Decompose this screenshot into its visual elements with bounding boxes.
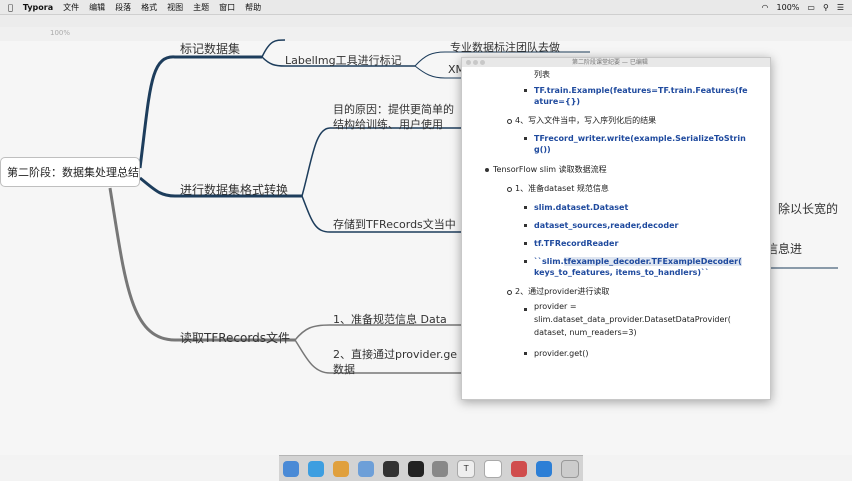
terminal-icon[interactable] [407, 460, 424, 477]
branch-format-convert[interactable]: 进行数据集格式转换 [180, 181, 288, 198]
window-controls[interactable] [466, 60, 487, 67]
note-heading-line: TensorFlow slim 读取数据流程 [493, 165, 607, 174]
bullet-filled-icon [485, 168, 489, 172]
note-line: 列表 [534, 70, 550, 79]
code-prefix: ``slim. [534, 257, 564, 266]
mindmap-root-node[interactable]: 第二阶段：数据集处理总结 [0, 157, 140, 187]
typora-icon[interactable]: T [457, 459, 476, 478]
menu-bar:  Typora 文件 编辑 段落 格式 视图 主题 窗口 帮助 ◠ 100% … [0, 0, 852, 15]
note-code-line: tf.TFRecordReader [534, 239, 619, 248]
chrome-icon[interactable] [333, 460, 350, 477]
typora2-icon[interactable] [484, 459, 503, 478]
branch-line-purpose [301, 127, 462, 197]
branch-line-mark-2 [261, 39, 286, 58]
zoom-dot-icon[interactable] [480, 60, 485, 65]
node-team[interactable]: 专业数据标注团队去做 [450, 39, 560, 55]
finder-icon[interactable] [283, 460, 300, 477]
note-line: 4、写入文件当中，写入序列化后的结果 [515, 116, 657, 125]
bullet-ring-icon [507, 119, 512, 124]
battery-percent: 100% [776, 2, 800, 12]
photos-icon[interactable] [432, 460, 449, 477]
node-right-1: 、除以长宽的 [766, 202, 839, 216]
bullet-square-icon [524, 352, 527, 355]
search-icon[interactable]: ⚲ [823, 3, 829, 12]
note-code-line: TFrecord_writer.write(example.SerializeT… [534, 134, 746, 143]
mail-icon[interactable] [357, 460, 374, 477]
preview-icon[interactable] [510, 460, 527, 477]
note-code-line: provider.get() [534, 349, 589, 358]
bullet-square-icon [524, 206, 527, 209]
menu-window[interactable]: 窗口 [219, 2, 235, 13]
trash-icon[interactable] [560, 459, 579, 478]
branch-read-tfrecords[interactable]: 读取TFRecords文件 [180, 329, 290, 346]
qq-icon[interactable] [535, 460, 552, 477]
selected-code[interactable]: tfexample_decoder.TFExampleDecoder( [563, 257, 742, 266]
note-code-line[interactable]: ``slim.tfexample_decoder.TFExampleDecode… [534, 256, 742, 267]
battery-icon[interactable]: ▭ [807, 3, 815, 12]
close-dot-icon[interactable] [466, 60, 471, 65]
bullet-square-icon [524, 242, 527, 245]
bullet-square-icon [524, 260, 527, 263]
bullet-square-icon [524, 137, 527, 140]
menu-paragraph[interactable]: 段落 [115, 2, 131, 13]
popup-title: 第二阶段课堂纪要 — 已编辑 [572, 59, 648, 66]
node-read-2[interactable]: 2、直接通过provider.ge [333, 346, 457, 362]
wifi-icon[interactable]: ◠ [762, 3, 769, 12]
node-read-1[interactable]: 1、准备规范信息 Data [333, 311, 447, 327]
node-purpose-1[interactable]: 目的原因：提供更简单的 [333, 101, 454, 117]
bullet-ring-icon [507, 290, 512, 295]
dock: T [279, 455, 583, 481]
minimize-dot-icon[interactable] [473, 60, 478, 65]
node-right-2: 信息进 [766, 242, 803, 256]
note-code-line: TF.train.Example(features=TF.train.Featu… [534, 86, 748, 95]
node-labelimg[interactable]: LabelImg工具进行标记 [285, 52, 402, 68]
notes-popup-window[interactable]: 第二阶段课堂纪要 — 已编辑 列表 TF.train.Example(featu… [461, 57, 771, 400]
note-code-line: ature={}) [534, 97, 581, 106]
node-store[interactable]: 存储到TFRecords文当中 [333, 216, 456, 232]
menu-help[interactable]: 帮助 [245, 2, 261, 13]
menu-file[interactable]: 文件 [63, 2, 79, 13]
popup-title-bar[interactable]: 第二阶段课堂纪要 — 已编辑 [462, 58, 770, 67]
menu-theme[interactable]: 主题 [193, 2, 209, 13]
node-read-2b: 数据 [333, 363, 355, 376]
branch-line-mark [138, 55, 262, 169]
branch-mark-dataset[interactable]: 标记数据集 [180, 40, 240, 57]
pycharm-icon[interactable] [382, 460, 399, 477]
menu-view[interactable]: 视图 [167, 2, 183, 13]
note-code-line: keys_to_features, items_to_handlers)`` [534, 268, 710, 277]
node-purpose-2: 结构给训练、用户使用 [333, 118, 443, 131]
branch-line-read [108, 187, 295, 342]
menu-edit[interactable]: 编辑 [89, 2, 105, 13]
bullet-square-icon [524, 89, 527, 92]
note-code-line: slim.dataset_data_provider.DatasetDataPr… [534, 315, 731, 324]
note-code-line: g()) [534, 145, 551, 154]
note-code-line: slim.dataset.Dataset [534, 203, 629, 212]
note-code-line: dataset, num_readers=3) [534, 328, 637, 337]
root-label: 第二阶段：数据集处理总结 [7, 166, 139, 179]
bullet-square-icon [524, 308, 527, 311]
menu-list-icon[interactable]: ☰ [837, 3, 844, 12]
note-code-line: dataset_sources,reader,decoder [534, 221, 679, 230]
safari-icon[interactable] [308, 460, 325, 477]
menu-typora[interactable]: Typora [23, 3, 53, 12]
apple-menu-icon[interactable]:  [8, 3, 13, 12]
note-line: 1、准备dataset 规范信息 [515, 184, 609, 193]
note-line: 2、通过provider进行读取 [515, 287, 610, 296]
menu-format[interactable]: 格式 [141, 2, 157, 13]
branch-line-read1 [294, 324, 462, 341]
bullet-square-icon [524, 224, 527, 227]
note-code-line: provider = [534, 302, 577, 311]
bullet-ring-icon [507, 187, 512, 192]
